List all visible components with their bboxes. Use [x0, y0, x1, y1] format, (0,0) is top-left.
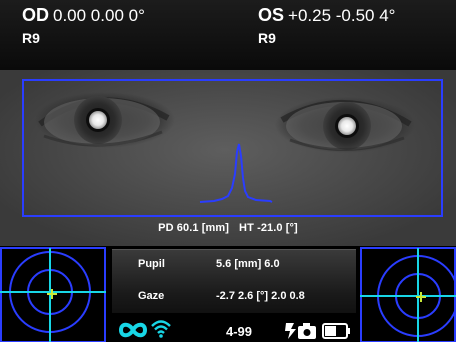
od-sub-label: R9 [22, 30, 40, 46]
refraction-header: OD 0.00 0.00 0° R9 OS +0.25 -0.50 4° R9 [0, 0, 456, 70]
os-rx-values: +0.25 -0.50 4° [288, 6, 396, 25]
measurement-panel: Pupil 5.6 [mm] 6.0 Gaze -2.7 2.6 [°] 2.0… [112, 249, 356, 342]
bottom-panel: Pupil 5.6 [mm] 6.0 Gaze -2.7 2.6 [°] 2.0… [0, 246, 456, 342]
camera-flash-icon [285, 323, 316, 339]
os-rx-line: OS +0.25 -0.50 4° [258, 4, 395, 27]
os-sub-label: R9 [258, 30, 276, 46]
od-column: OD 0.00 0.00 0° R9 [22, 4, 145, 48]
measurement-box: Pupil 5.6 [mm] 6.0 Gaze -2.7 2.6 [°] 2.0… [112, 249, 356, 313]
os-column: OS +0.25 -0.50 4° R9 [258, 4, 395, 48]
left-eye-image [280, 100, 412, 152]
pd-value: PD 60.1 [mm] [158, 222, 230, 234]
ht-value: HT -21.0 [°] [239, 222, 298, 234]
pd-ht-readout: PD 60.1 [mm] HT -21.0 [°] [0, 222, 456, 234]
pupil-label: Pupil [138, 258, 165, 270]
od-eye-label: OD [22, 5, 49, 25]
gaze-label: Gaze [138, 290, 165, 302]
pupil-value: 5.6 [mm] 6.0 [216, 258, 280, 270]
infinity-icon [118, 322, 148, 338]
left-eye-reticle [360, 247, 456, 342]
intensity-profile [199, 143, 273, 203]
status-bar: 4-99 [112, 315, 356, 342]
left-eye-glint [338, 117, 356, 135]
battery-icon [322, 323, 350, 339]
wifi-icon [151, 320, 171, 338]
eye-overlay [22, 79, 443, 217]
device-code: 4-99 [226, 324, 253, 339]
od-rx-line: OD 0.00 0.00 0° [22, 4, 145, 27]
gaze-value: -2.7 2.6 [°] 2.0 0.8 [216, 290, 305, 302]
eye-camera-image: PD 60.1 [mm] HT -21.0 [°] [0, 70, 456, 246]
right-eye-glint [89, 111, 107, 129]
right-eye-image [38, 96, 170, 147]
od-rx-values: 0.00 0.00 0° [53, 6, 145, 25]
os-eye-label: OS [258, 5, 285, 25]
right-eye-reticle [0, 247, 106, 342]
